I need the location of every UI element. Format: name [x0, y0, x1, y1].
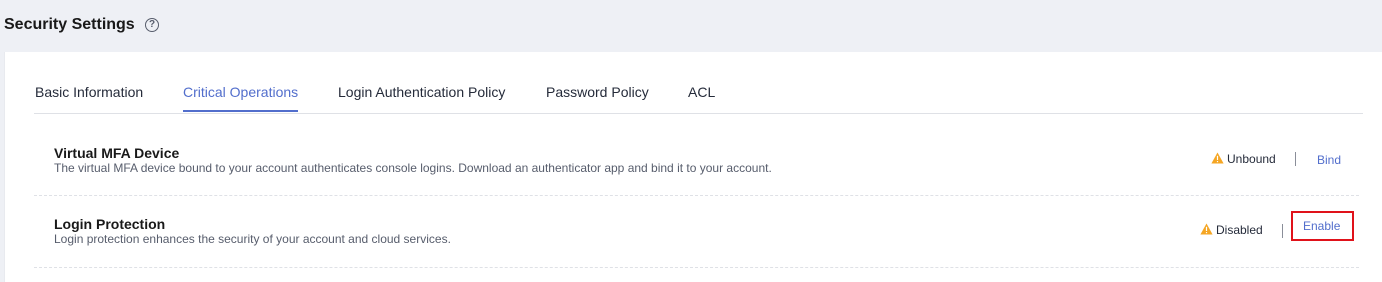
warning-icon: [1211, 152, 1224, 164]
action-separator: [1295, 152, 1296, 166]
bind-mfa-link[interactable]: Bind: [1317, 153, 1341, 167]
help-icon[interactable]: ?: [145, 18, 159, 32]
status-text: Disabled: [1216, 223, 1263, 237]
tab-basic-information[interactable]: Basic Information: [35, 84, 143, 100]
operation-title: Virtual MFA Device: [54, 145, 180, 161]
operation-row-login-protection: Login Protection Login protection enhanc…: [34, 195, 1359, 268]
page-title: Security Settings: [4, 16, 135, 33]
tab-password-policy[interactable]: Password Policy: [546, 84, 649, 100]
tab-bar: Basic Information Critical Operations Lo…: [34, 52, 1363, 114]
operation-title: Login Protection: [54, 216, 166, 232]
operation-row-virtual-mfa: Virtual MFA Device The virtual MFA devic…: [34, 113, 1359, 196]
warning-icon: [1200, 223, 1213, 235]
status-text: Unbound: [1227, 152, 1276, 166]
tab-critical-operations[interactable]: Critical Operations: [183, 84, 299, 112]
page-header: Security Settings ?: [0, 0, 1382, 52]
operation-description: Login protection enhances the security o…: [54, 232, 451, 246]
enable-login-protection-link[interactable]: Enable: [1303, 219, 1340, 233]
tab-login-authentication-policy[interactable]: Login Authentication Policy: [338, 84, 505, 100]
content-panel: Basic Information Critical Operations Lo…: [4, 52, 1382, 282]
status-badge: Disabled: [1200, 223, 1263, 237]
operation-description: The virtual MFA device bound to your acc…: [54, 161, 772, 175]
action-separator: [1282, 224, 1283, 238]
tab-acl[interactable]: ACL: [688, 84, 715, 100]
status-badge: Unbound: [1211, 152, 1276, 166]
